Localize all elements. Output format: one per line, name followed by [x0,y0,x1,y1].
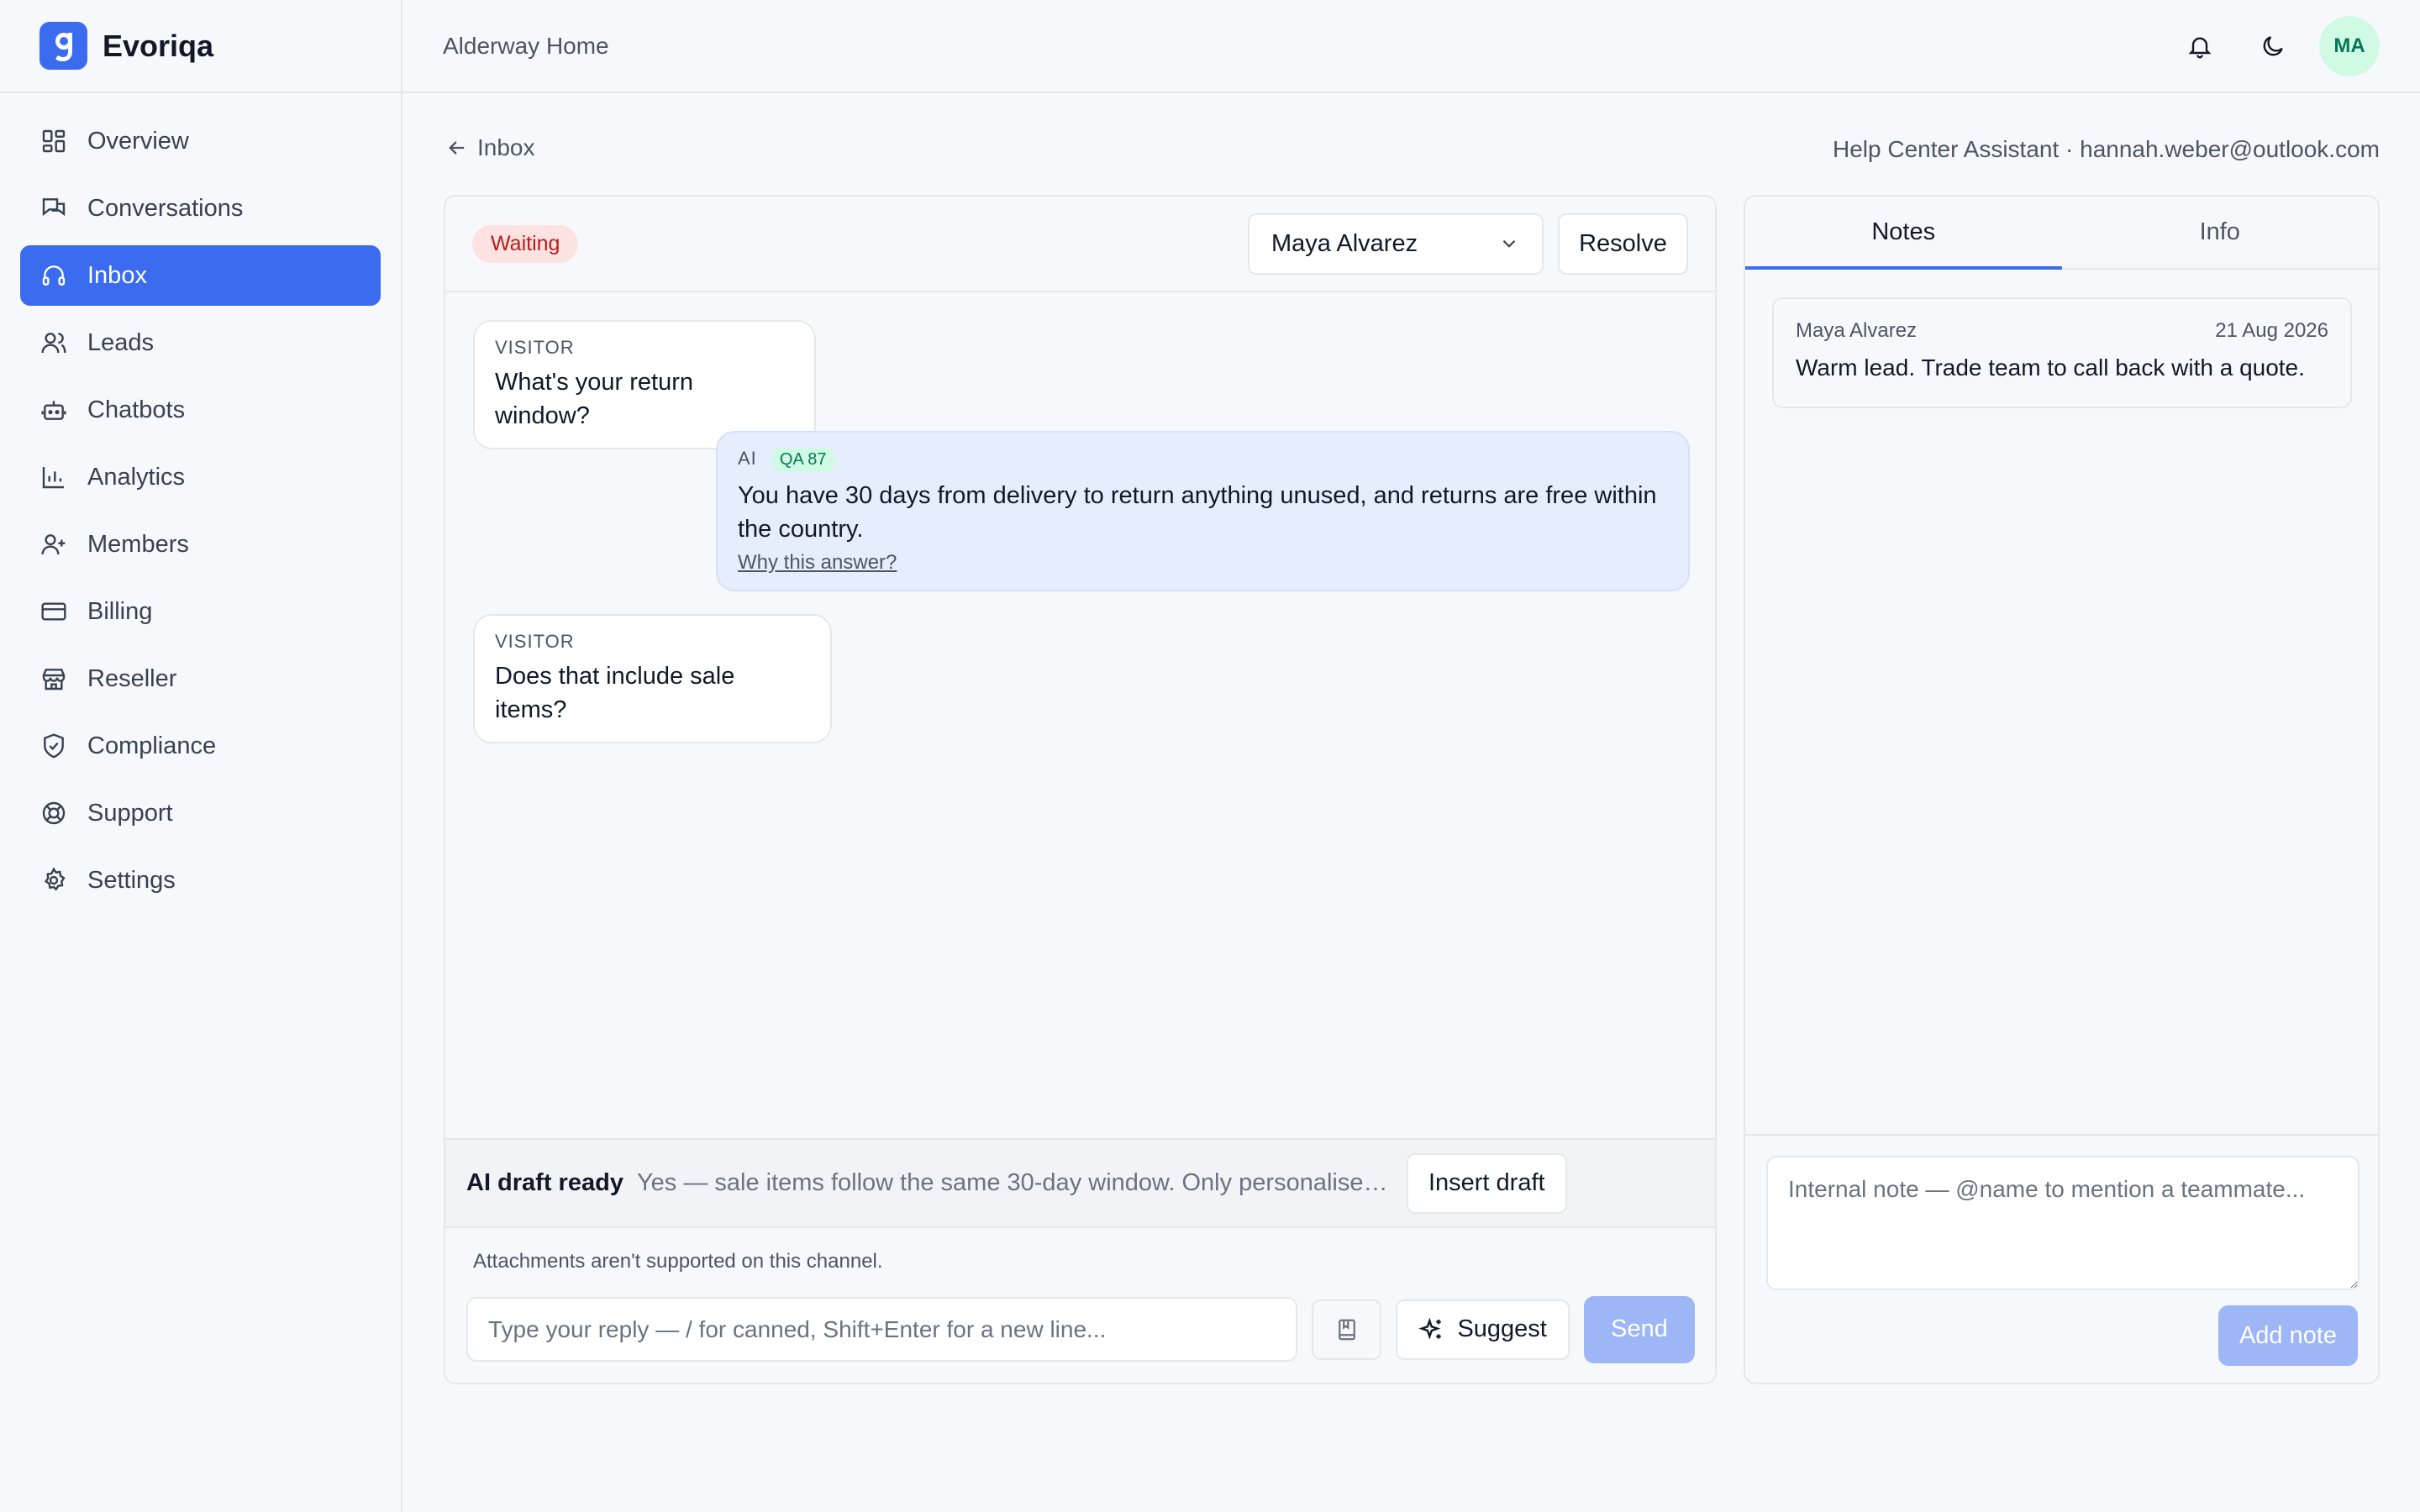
sidebar-item-label: Support [87,799,173,827]
attachments-note: Attachments aren't supported on this cha… [473,1250,883,1273]
sidebar-item-reseller[interactable]: Reseller [20,648,381,709]
sidebar-item-label: Analytics [87,463,186,491]
note-meta: Maya Alvarez 21 Aug 2026 [1796,319,2328,343]
grid-icon [42,129,66,153]
message-visitor: VISITOR Does that include sale items? [473,614,832,743]
insert-draft-button[interactable]: Insert draft [1406,1152,1567,1214]
sidebar-item-compliance[interactable]: Compliance [20,716,381,776]
qa-score-badge: QA 87 [771,448,835,472]
assistant-meta: Help Center Assistant · hannah.weber@out… [1833,136,2380,162]
add-note-button[interactable]: Add note [2218,1305,2358,1366]
suggest-button[interactable]: Suggest [1396,1299,1570,1360]
conversation-header: Waiting Maya Alvarez Resolve [445,197,1715,292]
back-link-label: Inbox [477,134,535,160]
assignee-select[interactable]: Maya Alvarez [1248,213,1544,275]
side-panel: Notes Info Maya Alvarez 21 Aug 2026 Warm… [1744,195,2380,1384]
message-role: VISITOR [495,337,575,358]
notifications-button[interactable] [2176,23,2223,70]
ai-draft-preview: Yes — sale items follow the same 30-day … [636,1169,1393,1196]
life-buoy-icon [42,801,66,825]
users-icon [41,333,66,354]
sidebar: Evoriqa Overview Conversations Inbox Lea… [0,0,402,1512]
theme-toggle-button[interactable] [2249,23,2296,70]
side-panel-tabs: Notes Info [1745,197,2378,270]
arrow-left-icon [449,141,465,155]
sidebar-nav: Overview Conversations Inbox Leads Chatb… [0,111,401,911]
status-badge: Waiting [472,224,579,263]
resolve-button[interactable]: Resolve [1558,213,1688,275]
canned-responses-button[interactable] [1312,1299,1382,1360]
bell-icon [2188,37,2212,58]
workspace-name: Alderway Home [443,32,609,59]
topbar: Alderway Home MA [402,0,2420,93]
message-role-row: AI QA 87 [738,448,1668,472]
sidebar-item-inbox[interactable]: Inbox [20,245,381,306]
assignee-value: Maya Alvarez [1271,229,1418,257]
chat-bubbles-icon [42,198,66,217]
sidebar-item-leads[interactable]: Leads [20,312,381,373]
ai-draft-title: AI draft ready [466,1169,623,1196]
sidebar-item-settings[interactable]: Settings [20,850,381,911]
sidebar-item-billing[interactable]: Billing [20,581,381,642]
suggest-label: Suggest [1457,1315,1547,1342]
sidebar-item-label: Overview [87,127,189,155]
note-text: Warm lead. Trade team to call back with … [1796,354,2305,381]
sidebar-item-analytics[interactable]: Analytics [20,447,381,507]
chevron-down-icon [1502,239,1516,248]
message-ai: AI QA 87 You have 30 days from delivery … [716,431,1690,591]
sidebar-item-support[interactable]: Support [20,783,381,843]
send-button[interactable]: Send [1584,1295,1695,1363]
message-role: VISITOR [495,631,575,652]
sidebar-item-conversations[interactable]: Conversations [20,178,381,239]
note-item: Maya Alvarez 21 Aug 2026 Warm lead. Trad… [1772,297,2352,408]
message-text: You have 30 days from delivery to return… [738,482,1657,543]
internal-note-input[interactable] [1766,1156,2360,1290]
sidebar-item-chatbots[interactable]: Chatbots [20,380,381,440]
gear-icon [45,867,66,891]
sidebar-item-label: Billing [87,597,153,625]
app-root: Evoriqa Overview Conversations Inbox Lea… [0,0,2420,1512]
brand-logo-icon [39,22,87,70]
note-author: Maya Alvarez [1796,319,1918,342]
reply-input[interactable] [466,1297,1298,1362]
top-actions: MA [2150,15,2380,76]
user-plus-icon [41,534,66,555]
reply-composer: Suggest Send [466,1295,1695,1363]
message-text: What's your return window? [495,369,694,429]
note-composer: Add note [1745,1134,2378,1383]
sidebar-item-label: Chatbots [87,396,186,423]
sidebar-item-label: Compliance [87,732,217,759]
sidebar-item-label: Reseller [87,664,177,692]
back-to-inbox-link[interactable]: Inbox [445,134,535,161]
bookmark-book-icon [1338,1319,1355,1340]
sparkles-icon [1418,1317,1442,1340]
credit-card-icon [41,602,66,621]
bar-chart-icon [42,467,64,489]
sidebar-item-label: Inbox [87,261,147,289]
tab-notes[interactable]: Notes [1745,197,2062,270]
sidebar-item-label: Conversations [87,194,244,222]
sidebar-item-label: Settings [87,866,176,894]
message-visitor: VISITOR What's your return window? [473,320,816,449]
avatar[interactable]: MA [2319,15,2380,76]
moon-icon [2263,35,2283,55]
shield-check-icon [44,733,64,759]
tab-info[interactable]: Info [2062,197,2379,268]
conversation-panel: Waiting Maya Alvarez Resolve VISITOR Wha… [444,195,1717,1384]
brand-name: Evoriqa [103,28,214,63]
sidebar-item-overview[interactable]: Overview [20,111,381,171]
sidebar-item-label: Leads [87,328,155,356]
sidebar-item-label: Members [87,530,189,558]
message-text: Does that include sale items? [495,663,735,723]
message-list: VISITOR What's your return window? AI QA… [445,292,1715,1132]
sidebar-item-members[interactable]: Members [20,514,381,575]
brand[interactable]: Evoriqa [0,0,401,93]
store-icon [42,669,66,690]
ai-draft-bar: AI draft ready Yes — sale items follow t… [445,1138,1715,1228]
note-date: 21 Aug 2026 [2215,319,2328,342]
why-this-answer-link[interactable]: Why this answer? [738,551,897,575]
message-role: AI [738,448,757,469]
bot-icon [41,401,66,420]
headset-icon [42,265,66,286]
